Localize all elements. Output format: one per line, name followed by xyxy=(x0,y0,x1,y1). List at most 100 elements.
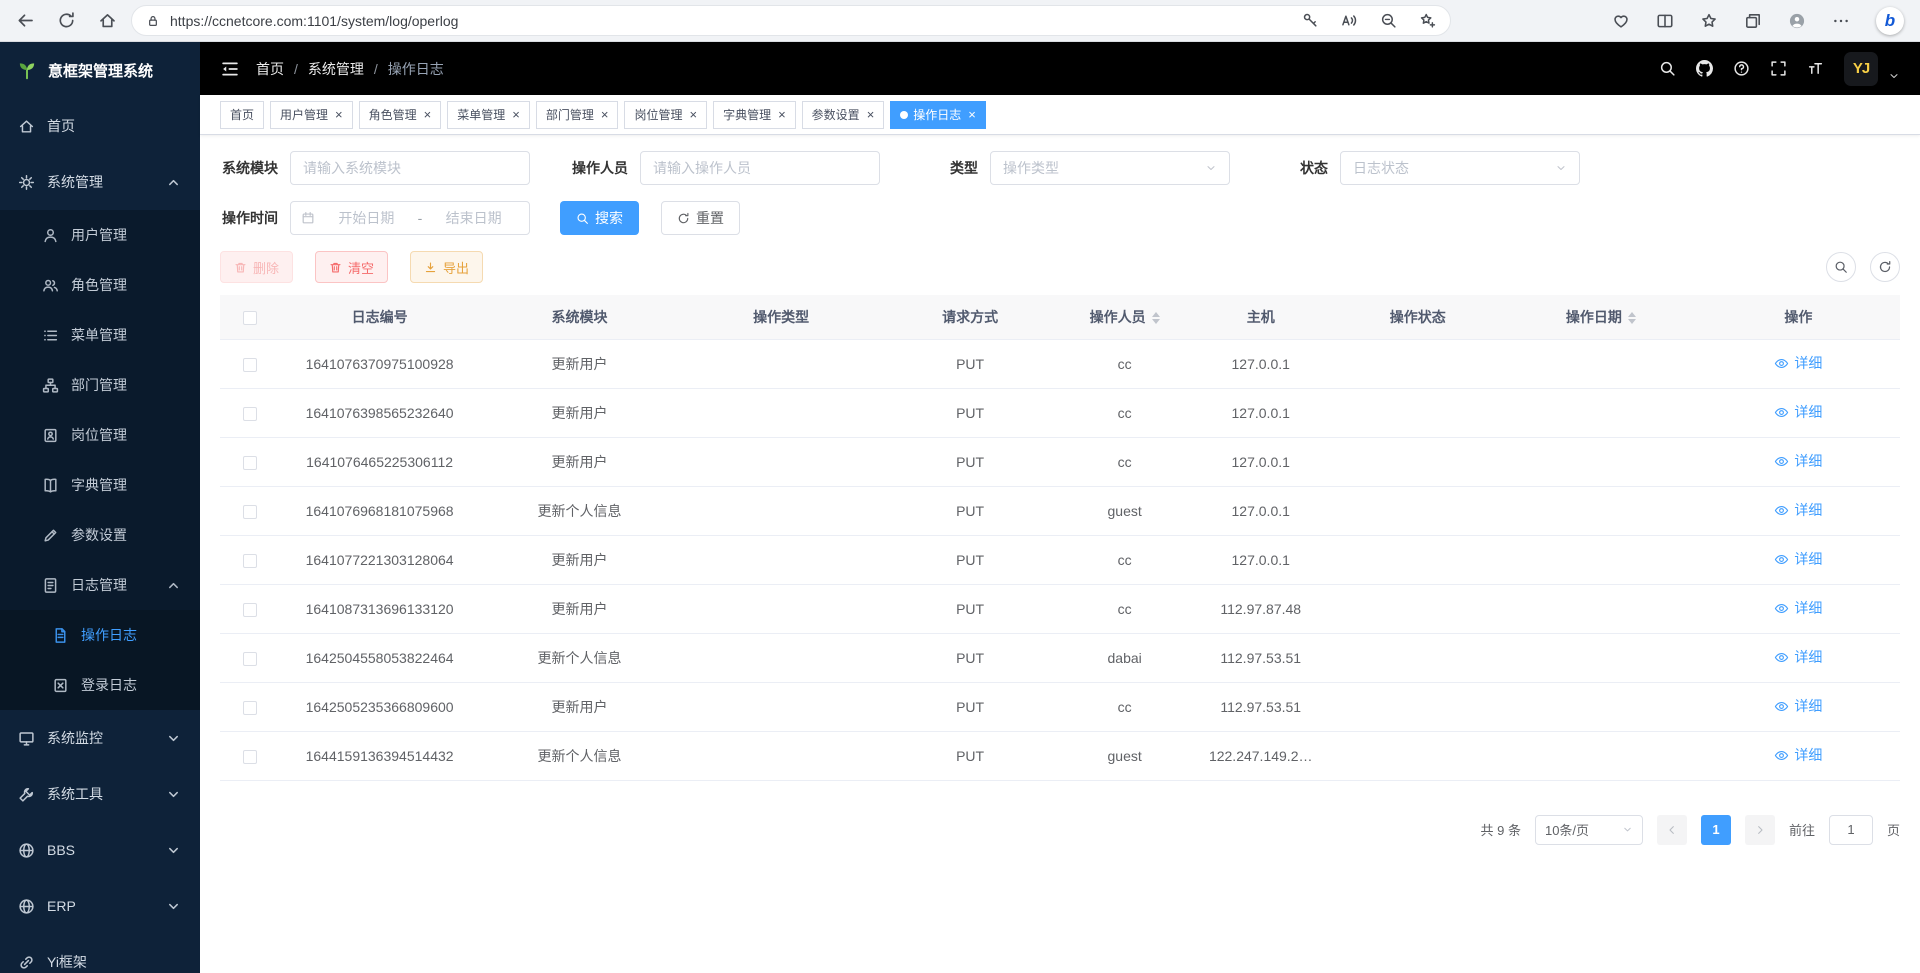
help-icon[interactable] xyxy=(1733,60,1750,77)
row-checkbox[interactable] xyxy=(243,505,257,519)
fullscreen-icon[interactable] xyxy=(1770,60,1787,77)
search-button[interactable]: 搜索 xyxy=(560,201,639,235)
row-checkbox[interactable] xyxy=(243,750,257,764)
sidebar-item-system-tools[interactable]: 系统工具 xyxy=(0,766,200,822)
sidebar-item-yi-framework[interactable]: Yi框架 xyxy=(0,934,200,973)
goto-page-input[interactable] xyxy=(1829,815,1873,845)
refresh-table-button[interactable] xyxy=(1870,252,1900,282)
detail-link[interactable]: 详细 xyxy=(1774,696,1822,716)
export-button[interactable]: 导出 xyxy=(410,251,483,283)
sidebar-item-oper-log[interactable]: 操作日志 xyxy=(0,610,200,660)
sidebar-item-bbs[interactable]: BBS xyxy=(0,822,200,878)
close-icon[interactable]: × xyxy=(778,108,786,121)
prev-page-button[interactable] xyxy=(1657,815,1687,845)
row-checkbox[interactable] xyxy=(243,554,257,568)
tab-3[interactable]: 菜单管理× xyxy=(447,101,530,129)
tab-8[interactable]: 操作日志× xyxy=(890,101,986,129)
close-icon[interactable]: × xyxy=(689,108,697,121)
add-favorite-icon[interactable] xyxy=(1419,12,1436,29)
close-icon[interactable]: × xyxy=(335,108,343,121)
sidebar-item-login-log[interactable]: 登录日志 xyxy=(0,660,200,710)
toggle-search-button[interactable] xyxy=(1826,252,1856,282)
detail-link[interactable]: 详细 xyxy=(1774,500,1822,520)
lock-icon[interactable] xyxy=(146,14,160,28)
collections-icon[interactable] xyxy=(1744,12,1762,30)
next-page-button[interactable] xyxy=(1745,815,1775,845)
sidebar-item-param-settings[interactable]: 参数设置 xyxy=(0,510,200,560)
detail-link[interactable]: 详细 xyxy=(1774,451,1822,471)
tab-0[interactable]: 首页 xyxy=(220,101,264,129)
row-checkbox[interactable] xyxy=(243,701,257,715)
select-all-checkbox[interactable] xyxy=(243,311,257,325)
back-icon[interactable] xyxy=(16,11,35,30)
tab-4[interactable]: 部门管理× xyxy=(536,101,619,129)
row-checkbox[interactable] xyxy=(243,407,257,421)
sidebar-item-user-mgmt[interactable]: 用户管理 xyxy=(0,210,200,260)
page-size-select[interactable]: 10条/页 xyxy=(1535,815,1643,845)
sidebar-item-menu-mgmt[interactable]: 菜单管理 xyxy=(0,310,200,360)
clear-button[interactable]: 清空 xyxy=(315,251,388,283)
font-size-icon[interactable] xyxy=(1807,60,1824,77)
operator-input[interactable] xyxy=(640,151,880,185)
delete-button[interactable]: 删除 xyxy=(220,251,293,283)
status-select[interactable]: 日志状态 xyxy=(1340,151,1580,185)
row-checkbox[interactable] xyxy=(243,603,257,617)
browser-essentials-icon[interactable] xyxy=(1612,12,1630,30)
home-icon[interactable] xyxy=(98,11,117,30)
tab-2[interactable]: 角色管理× xyxy=(359,101,442,129)
detail-link[interactable]: 详细 xyxy=(1774,402,1822,422)
column-header-4[interactable]: 操作人员 xyxy=(1058,295,1191,339)
key-icon[interactable] xyxy=(1302,12,1319,29)
close-icon[interactable]: × xyxy=(601,108,609,121)
github-icon[interactable] xyxy=(1696,60,1713,77)
reset-button[interactable]: 重置 xyxy=(661,201,740,235)
address-bar[interactable]: https://ccnetcore.com:1101/system/log/op… xyxy=(131,5,1451,36)
zoom-out-icon[interactable] xyxy=(1380,12,1397,29)
reload-icon[interactable] xyxy=(57,11,76,30)
detail-link[interactable]: 详细 xyxy=(1774,549,1822,569)
close-icon[interactable]: × xyxy=(968,108,976,121)
detail-link[interactable]: 详细 xyxy=(1774,647,1822,667)
sidebar-item-post-mgmt[interactable]: 岗位管理 xyxy=(0,410,200,460)
close-icon[interactable]: × xyxy=(867,108,875,121)
more-menu-icon[interactable] xyxy=(1832,12,1850,30)
row-checkbox[interactable] xyxy=(243,456,257,470)
bing-icon[interactable]: b xyxy=(1876,7,1904,35)
header-search-icon[interactable] xyxy=(1659,60,1676,77)
date-range-picker[interactable]: 开始日期 - 结束日期 xyxy=(290,201,530,235)
sidebar-item-dept-mgmt[interactable]: 部门管理 xyxy=(0,360,200,410)
breadcrumb-home[interactable]: 首页 xyxy=(256,59,284,79)
sidebar-item-dict-mgmt[interactable]: 字典管理 xyxy=(0,460,200,510)
detail-link[interactable]: 详细 xyxy=(1774,745,1822,765)
tab-5[interactable]: 岗位管理× xyxy=(624,101,707,129)
split-screen-icon[interactable] xyxy=(1656,12,1674,30)
sidebar-item-log-mgmt[interactable]: 日志管理 xyxy=(0,560,200,610)
type-select[interactable]: 操作类型 xyxy=(990,151,1230,185)
profile-avatar-icon[interactable] xyxy=(1788,12,1806,30)
user-avatar-logo[interactable]: YJ xyxy=(1844,52,1878,86)
tab-6[interactable]: 字典管理× xyxy=(713,101,796,129)
sidebar-item-home[interactable]: 首页 xyxy=(0,98,200,154)
detail-link[interactable]: 详细 xyxy=(1774,353,1822,373)
sidebar-toggle[interactable] xyxy=(220,59,240,79)
close-icon[interactable]: × xyxy=(424,108,432,121)
close-icon[interactable]: × xyxy=(512,108,520,121)
read-aloud-icon[interactable] xyxy=(1341,12,1358,29)
tab-1[interactable]: 用户管理× xyxy=(270,101,353,129)
favorites-bar-icon[interactable] xyxy=(1700,12,1718,30)
detail-link[interactable]: 详细 xyxy=(1774,598,1822,618)
column-header-7[interactable]: 操作日期 xyxy=(1505,295,1697,339)
sidebar-item-role-mgmt[interactable]: 角色管理 xyxy=(0,260,200,310)
sort-carets-icon[interactable] xyxy=(1152,312,1160,324)
module-input[interactable] xyxy=(290,151,530,185)
sidebar-item-system-mgmt[interactable]: 系统管理 xyxy=(0,154,200,210)
sidebar-item-erp[interactable]: ERP xyxy=(0,878,200,934)
app-logo[interactable]: 意框架管理系统 xyxy=(0,42,200,98)
user-menu-caret-icon[interactable] xyxy=(1888,70,1900,82)
current-page[interactable]: 1 xyxy=(1701,815,1731,845)
sort-carets-icon[interactable] xyxy=(1628,312,1636,324)
breadcrumb-system[interactable]: 系统管理 xyxy=(308,59,364,79)
tab-7[interactable]: 参数设置× xyxy=(802,101,885,129)
row-checkbox[interactable] xyxy=(243,652,257,666)
sidebar-item-system-monitor[interactable]: 系统监控 xyxy=(0,710,200,766)
